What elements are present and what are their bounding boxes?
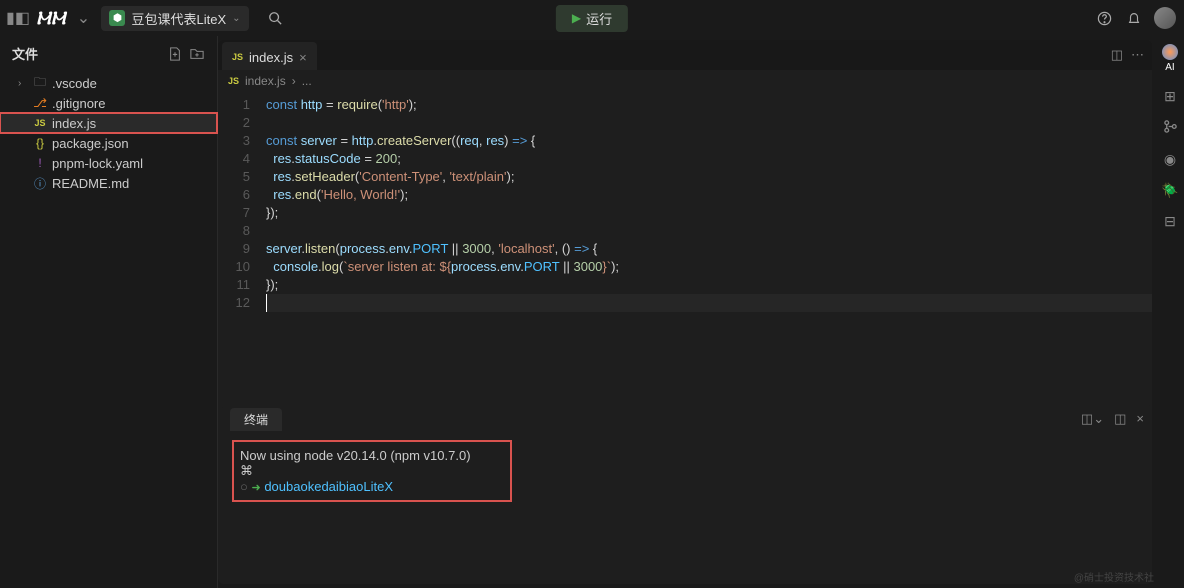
terminal-prompt-line: ○ ➜ doubaokedaibiaoLiteX — [240, 479, 504, 494]
file-name: package.json — [52, 136, 129, 151]
git-icon: ⎇ — [33, 96, 47, 110]
title-bar: ▮◧ ⲘⲘ ⌄ ⬢ 豆包课代表LiteX ⌄ ▶ 运行 — [0, 0, 1184, 36]
menu-chevron-icon[interactable]: ⌄ — [73, 8, 93, 28]
help-icon[interactable] — [1094, 8, 1114, 28]
breadcrumb-file: index.js — [245, 74, 286, 88]
project-icon: ⬢ — [109, 10, 125, 26]
file-name: pnpm-lock.yaml — [52, 156, 143, 171]
file-sidebar: 文件 ›🗀.vscode⎇.gitignoreJSindex.js{}packa… — [0, 36, 218, 588]
new-file-icon[interactable] — [167, 46, 183, 62]
file-name: index.js — [52, 116, 96, 131]
new-folder-icon[interactable] — [189, 46, 205, 62]
app-logo: ⲘⲘ — [36, 8, 65, 29]
sidebar-toggle-icon[interactable]: ▮◧ — [8, 8, 28, 28]
breadcrumb-sep: › — [292, 74, 296, 88]
rail-bug-icon[interactable]: 🪲 — [1161, 182, 1178, 199]
file-row-README-md[interactable]: ⓘ README.md — [0, 173, 217, 193]
terminal-line: ⌘ — [240, 463, 504, 479]
file-name: README.md — [52, 176, 129, 191]
tab-index-js[interactable]: JS index.js × — [222, 42, 317, 72]
file-name: .gitignore — [52, 96, 105, 111]
js-icon: JS — [228, 76, 239, 86]
js-icon: JS — [232, 52, 243, 62]
folder-icon: 🗀 — [33, 73, 47, 94]
breadcrumb[interactable]: JS index.js › ... — [218, 70, 1152, 92]
file-row-package-json[interactable]: {} package.json — [0, 133, 217, 153]
split-terminal-icon[interactable]: ◫⌄ — [1081, 411, 1104, 427]
project-name: 豆包课代表LiteX — [131, 9, 226, 28]
terminal-panel: 终端 ◫⌄ ◫ × Now using node v20.14.0 (npm v… — [222, 404, 1152, 584]
json-icon: {} — [33, 136, 47, 150]
breadcrumb-rest: ... — [302, 74, 312, 88]
search-icon[interactable] — [265, 8, 285, 28]
ai-icon — [1162, 44, 1178, 60]
file-row--vscode[interactable]: ›🗀.vscode — [0, 73, 217, 93]
rail-git-icon[interactable] — [1163, 119, 1178, 137]
rail-grid-icon[interactable]: ⊟ — [1164, 213, 1176, 230]
layout-terminal-icon[interactable]: ◫ — [1114, 411, 1126, 427]
file-row-index-js[interactable]: JS index.js — [0, 113, 217, 133]
rail-preview-icon[interactable]: ◉ — [1164, 151, 1176, 168]
rail-extension-icon[interactable]: ⊞ — [1164, 88, 1176, 105]
terminal-content[interactable]: Now using node v20.14.0 (npm v10.7.0) ⌘ … — [222, 434, 1152, 584]
play-icon: ▶ — [572, 11, 581, 25]
file-tree: ›🗀.vscode⎇.gitignoreJSindex.js{}package.… — [0, 71, 217, 588]
js-icon: JS — [33, 118, 47, 128]
chevron-down-icon: ⌄ — [232, 13, 240, 24]
project-selector[interactable]: ⬢ 豆包课代表LiteX ⌄ — [101, 6, 248, 31]
tab-terminal[interactable]: 终端 — [230, 408, 282, 431]
tab-label: index.js — [249, 50, 293, 65]
right-rail: AI ⊞ ◉ 🪲 ⊟ — [1156, 36, 1184, 588]
ai-button[interactable]: AI — [1162, 44, 1178, 74]
split-editor-icon[interactable]: ◫ — [1111, 47, 1123, 63]
file-row--gitignore[interactable]: ⎇ .gitignore — [0, 93, 217, 113]
watermark: @硝士投资技术社 — [1074, 569, 1154, 584]
avatar[interactable] — [1154, 7, 1176, 29]
run-label: 运行 — [586, 9, 612, 28]
sidebar-title: 文件 — [12, 44, 38, 63]
file-name: .vscode — [52, 76, 97, 91]
bell-icon[interactable] — [1124, 8, 1144, 28]
more-icon[interactable]: ⋯ — [1131, 47, 1144, 63]
md-icon: ⓘ — [33, 175, 47, 192]
close-icon[interactable]: × — [299, 50, 307, 65]
file-row-pnpm-lock-yaml[interactable]: ! pnpm-lock.yaml — [0, 153, 217, 173]
yaml-icon: ! — [33, 156, 47, 170]
run-button[interactable]: ▶ 运行 — [556, 5, 628, 32]
editor-tabs: JS index.js × ◫ ⋯ — [218, 40, 1152, 70]
terminal-line: Now using node v20.14.0 (npm v10.7.0) — [240, 448, 504, 463]
close-terminal-icon[interactable]: × — [1136, 411, 1144, 427]
terminal-output-highlight: Now using node v20.14.0 (npm v10.7.0) ⌘ … — [232, 440, 512, 502]
